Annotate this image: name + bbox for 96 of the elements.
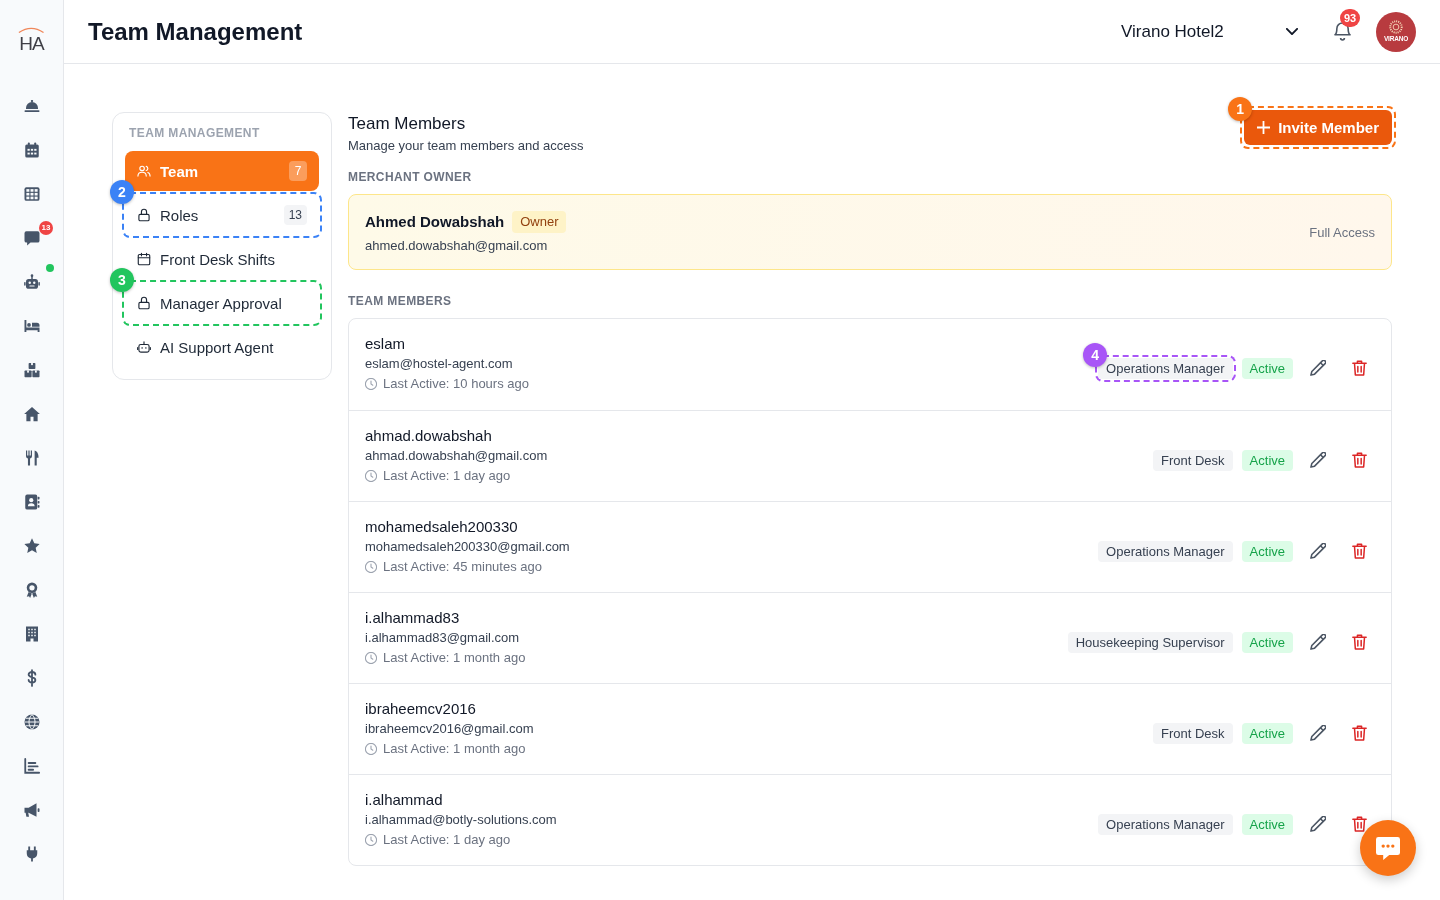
member-name: ibraheemcv2016 [365,699,477,719]
pencil-icon[interactable] [1310,634,1326,650]
chat-bubble-icon [1376,836,1400,860]
pencil-icon[interactable] [1310,816,1326,832]
member-name: eslam [365,334,406,354]
brand-logo[interactable]: HA [18,25,45,53]
menu-item[interactable]: AI Support Agent [125,327,319,367]
access-level: Full Access [1309,224,1375,240]
owner-email: ahmed.dowabshah@gmail.com [365,236,549,255]
section-subtitle: Manage your team members and access [348,137,584,155]
page-title: Team Management [88,17,303,46]
section-title: Team Members [348,113,467,135]
menu-item[interactable]: Roles 13 [125,195,319,235]
owner-name: Ahmed Dowabshah [365,213,505,230]
status-badge: Active [1241,357,1293,379]
bed-icon[interactable] [22,317,41,335]
trash-icon[interactable] [1351,360,1367,376]
star-icon[interactable] [22,537,41,555]
trash-icon[interactable] [1351,816,1367,832]
unread-count-badge: 13 [39,221,53,235]
lock-icon [137,296,151,310]
bell-icon[interactable] [1333,22,1351,41]
clock-icon [365,561,377,573]
member-email: i.alhammad83@gmail.com [365,629,521,647]
last-active-text: Last Active: 10 hours ago [383,375,529,393]
globe-icon[interactable] [22,713,41,731]
status-badge: Active [1241,722,1293,744]
role-badge: Operations Manager [1098,813,1233,835]
member-email: ibraheemcv2016@gmail.com [365,720,534,738]
house-icon[interactable] [22,405,41,423]
sunburst-icon [1389,20,1403,34]
property-selector[interactable]: Virano Hotel2 [1111,13,1308,50]
contact-book-icon[interactable] [22,493,41,511]
notification-count-badge: 93 [1340,8,1360,27]
step-marker: 1 [1228,97,1253,121]
bar-chart-icon[interactable] [22,757,41,775]
clock-icon [365,470,377,482]
member-name: i.alhammad83 [365,608,461,628]
clock-icon [365,834,377,846]
pencil-icon[interactable] [1310,452,1326,468]
status-badge: Active [1241,631,1293,653]
clock-icon [365,652,377,664]
trash-icon[interactable] [1351,634,1367,650]
pencil-icon[interactable] [1310,543,1326,559]
lock-icon [137,208,151,222]
clock-icon [365,743,377,755]
count-badge: 13 [283,205,307,225]
trash-icon[interactable] [1351,452,1367,468]
member-name: mohamedsaleh200330 [365,517,519,537]
role-badge: Housekeeping Supervisor [1067,631,1233,653]
role-badge: Operations Manager [1098,357,1233,379]
group-heading: TEAM MEMBERS [348,293,453,309]
member-name: ahmad.dowabshah [365,426,493,446]
pencil-icon[interactable] [1310,725,1326,741]
count-badge: 7 [289,161,307,181]
role-badge: Front Desk [1153,722,1233,744]
trash-icon[interactable] [1351,725,1367,741]
plus-icon [1257,121,1271,134]
invite-member-button[interactable]: Invite Member [1244,110,1392,145]
role-badge: Operations Manager [1098,540,1233,562]
chat-launcher-button[interactable] [1360,820,1416,876]
member-email: i.alhammad@botly-solutions.com [365,811,557,829]
step-marker: 3 [110,268,134,292]
member-name: i.alhammad [365,790,444,810]
boxes-icon[interactable] [22,361,41,379]
trash-icon[interactable] [1351,543,1367,559]
last-active-text: Last Active: 1 month ago [383,740,526,758]
status-badge: Active [1241,449,1293,471]
robot-icon[interactable] [22,273,41,291]
chevron-down-icon [1286,28,1298,35]
calendar-icon [137,252,151,266]
last-active-text: Last Active: 1 day ago [383,467,511,485]
menu-item[interactable]: Manager Approval [125,283,319,323]
service-bell-icon[interactable] [22,97,41,115]
member-email: mohamedsaleh200330@gmail.com [365,538,570,556]
last-active-text: Last Active: 45 minutes ago [383,558,542,576]
last-active-text: Last Active: 1 day ago [383,831,511,849]
last-active-text: Last Active: 1 month ago [383,649,526,667]
table-grid-icon[interactable] [22,185,41,203]
step-marker: 2 [110,180,134,204]
role-badge: Front Desk [1153,449,1233,471]
megaphone-icon[interactable] [22,801,41,819]
pencil-icon[interactable] [1310,360,1326,376]
calendar-icon[interactable] [22,141,41,159]
owner-badge: Owner [512,210,567,233]
menu-heading: TEAM MANAGEMENT [128,125,261,141]
robot-icon [137,340,151,354]
group-heading: MERCHANT OWNER [348,169,473,185]
chat-bubble-icon[interactable] [22,229,41,247]
status-badge: Active [1241,540,1293,562]
users-icon [137,164,151,178]
member-email: ahmad.dowabshah@gmail.com [365,447,548,465]
clock-icon [365,378,377,390]
member-email: eslam@hostel-agent.com [365,355,514,373]
status-badge: Active [1241,813,1293,835]
step-marker: 4 [1083,342,1108,367]
